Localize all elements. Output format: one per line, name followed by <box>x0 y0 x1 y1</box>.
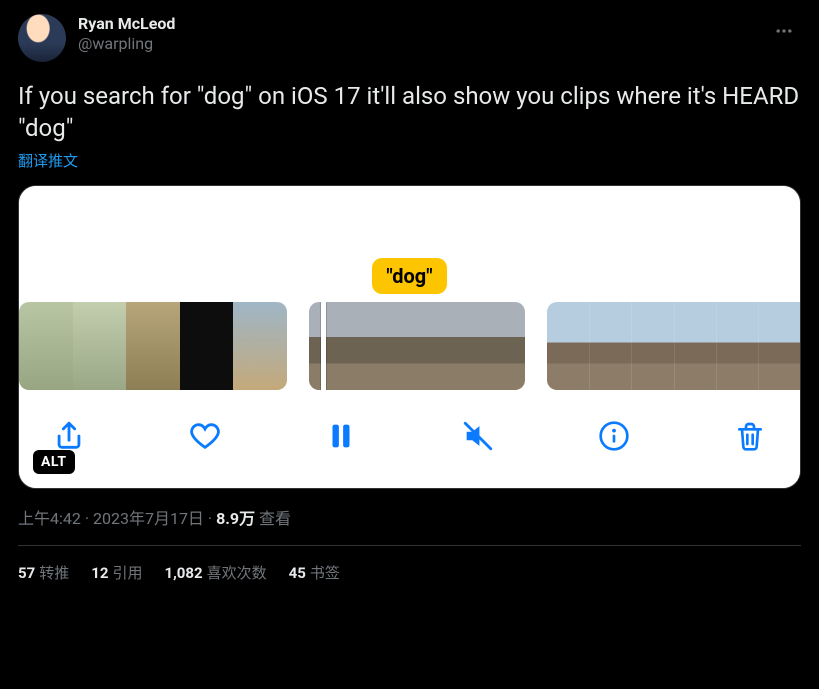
playhead[interactable] <box>321 302 326 390</box>
clip-frame <box>716 302 758 390</box>
clip-frame <box>233 302 287 390</box>
share-icon <box>52 419 86 453</box>
caption-row: "dog" <box>19 258 800 302</box>
clip-frame <box>758 302 800 390</box>
views-label: 查看 <box>255 509 291 528</box>
more-button[interactable] <box>767 14 801 48</box>
tweet-text: If you search for "dog" on iOS 17 it'll … <box>18 80 801 144</box>
media-top-space <box>19 186 800 258</box>
clip-frame <box>674 302 716 390</box>
clip-frame <box>126 302 180 390</box>
pause-icon <box>324 419 358 453</box>
clip-frame <box>19 302 73 390</box>
tweet-header: Ryan McLeod @warpling <box>18 14 801 62</box>
media-card[interactable]: "dog" <box>18 185 801 489</box>
info-icon <box>598 420 630 452</box>
tweet-container: Ryan McLeod @warpling If you search for … <box>0 0 819 583</box>
pause-button[interactable] <box>319 414 363 458</box>
clip-group-2[interactable] <box>309 302 525 390</box>
stat-quotes[interactable]: 12引用 <box>91 562 142 583</box>
clip-frame <box>547 302 589 390</box>
stat-likes[interactable]: 1,082喜欢次数 <box>164 562 266 583</box>
clip-frame <box>381 302 453 390</box>
tweet-time: 上午4:42 <box>18 509 81 528</box>
clip-frame <box>589 302 631 390</box>
clip-frame <box>631 302 673 390</box>
author-handle: @warpling <box>78 34 767 54</box>
heart-icon <box>188 419 222 453</box>
mute-button[interactable] <box>456 414 500 458</box>
video-timeline[interactable] <box>19 302 800 400</box>
author-block[interactable]: Ryan McLeod @warpling <box>78 14 767 54</box>
speaker-slash-icon <box>461 419 495 453</box>
stat-retweets[interactable]: 57转推 <box>18 562 69 583</box>
translate-link[interactable]: 翻译推文 <box>18 150 801 171</box>
clip-frame <box>180 302 234 390</box>
media-toolbar <box>19 400 800 488</box>
avatar[interactable] <box>18 14 66 62</box>
clip-frame <box>309 302 381 390</box>
views-count: 8.9万 <box>216 509 255 528</box>
clip-group-1[interactable] <box>19 302 287 390</box>
clip-frame <box>73 302 127 390</box>
like-button[interactable] <box>183 414 227 458</box>
info-button[interactable] <box>592 414 636 458</box>
clip-group-3[interactable] <box>547 302 800 390</box>
author-display-name: Ryan McLeod <box>78 14 767 34</box>
trash-icon <box>734 420 766 452</box>
caption-bubble: "dog" <box>372 258 446 294</box>
clip-frame <box>453 302 525 390</box>
tweet-meta[interactable]: 上午4:42 · 2023年7月17日 · 8.9万 查看 <box>18 505 801 529</box>
delete-button[interactable] <box>728 414 772 458</box>
stats-row: 57转推 12引用 1,082喜欢次数 45书签 <box>18 546 801 583</box>
tweet-date: 2023年7月17日 <box>93 509 204 528</box>
stat-bookmarks[interactable]: 45书签 <box>289 562 340 583</box>
ellipsis-icon <box>774 21 794 41</box>
alt-badge[interactable]: ALT <box>33 450 75 474</box>
